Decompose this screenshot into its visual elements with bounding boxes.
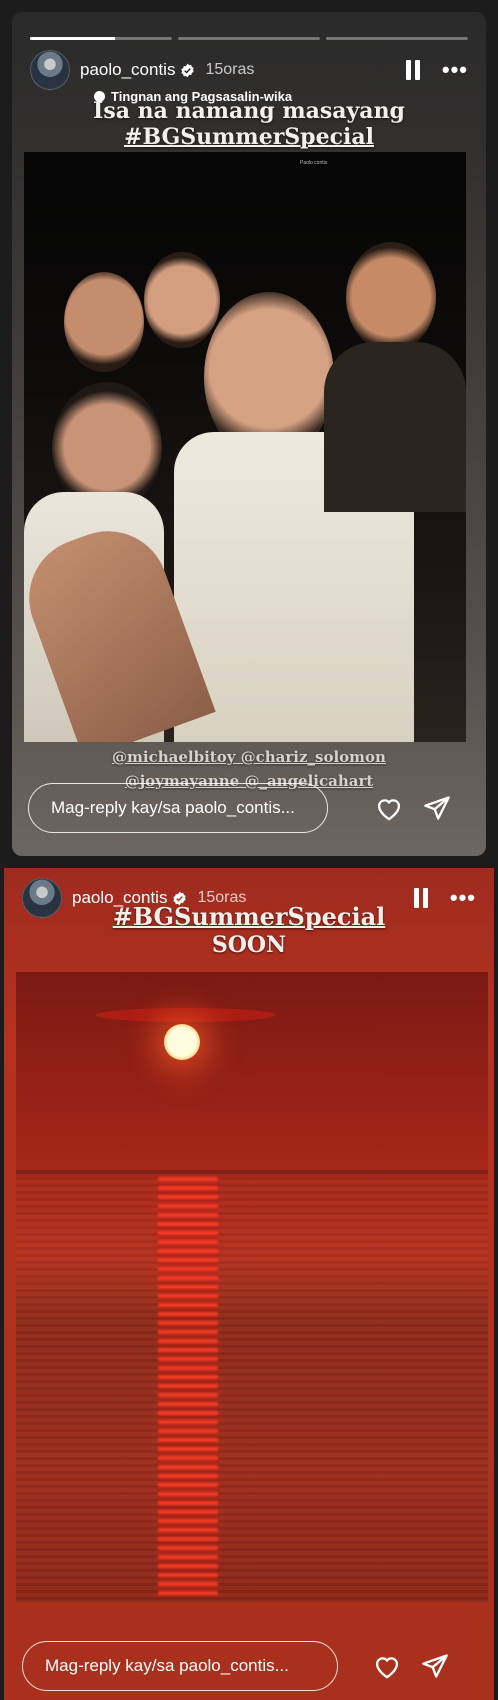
translate-label: Tingnan ang Pagsasalin-wika: [111, 89, 293, 104]
story-photo-group-selfie: Paolo contis: [24, 152, 466, 742]
reply-placeholder-2: Mag-reply kay/sa paolo_contis...: [45, 1656, 289, 1675]
translate-icon: [94, 91, 105, 102]
reply-input[interactable]: Mag-reply kay/sa paolo_contis...: [28, 783, 328, 833]
sun: [164, 1024, 200, 1060]
photo-watermark-text: Paolo contis: [300, 160, 328, 166]
story2-caption-soon: SOON: [211, 932, 287, 958]
send-icon[interactable]: [420, 1651, 450, 1681]
progress-segment-2: [178, 37, 320, 40]
story-card-2[interactable]: paolo_contis 15oras ••• #BGSummerSpecial…: [4, 868, 494, 1700]
story-controls: •••: [405, 59, 468, 81]
more-options-icon[interactable]: •••: [442, 59, 468, 81]
person-2: [144, 252, 220, 348]
send-icon[interactable]: [422, 793, 452, 823]
person-1: [64, 272, 144, 372]
reply-input-2[interactable]: Mag-reply kay/sa paolo_contis...: [22, 1641, 338, 1691]
pause-icon[interactable]: [405, 60, 422, 80]
dark-shirt: [324, 342, 466, 512]
stories-viewer: paolo_contis 15oras ••• Tingnan ang Pags…: [0, 0, 498, 1700]
translate-link[interactable]: Tingnan ang Pagsasalin-wika: [94, 89, 292, 104]
cloud-band: [96, 1008, 276, 1022]
person-3: [346, 242, 436, 352]
horizon-line: [16, 1170, 488, 1174]
story-caption-hashtag[interactable]: #BGSummerSpecial: [12, 124, 486, 150]
verified-badge-icon: [181, 63, 195, 77]
progress-segment-3: [326, 37, 468, 40]
heart-icon[interactable]: [374, 793, 404, 823]
post-time: 15oras: [205, 61, 255, 78]
reply-placeholder: Mag-reply kay/sa paolo_contis...: [51, 798, 295, 817]
username[interactable]: paolo_contis: [80, 60, 175, 80]
heart-icon[interactable]: [372, 1651, 402, 1681]
progress-segment-1: [30, 37, 172, 40]
story2-hashtag[interactable]: #BGSummerSpecial: [4, 902, 494, 931]
story-header: paolo_contis 15oras •••: [30, 48, 468, 92]
mentions-line1[interactable]: @michaelbitoy @chariz_solomon: [12, 748, 486, 766]
story-photo-sunset: [16, 972, 488, 1602]
avatar[interactable]: [30, 50, 70, 90]
sun-reflection: [158, 1177, 218, 1597]
story-progress-bar: [30, 37, 468, 40]
story-card-1[interactable]: paolo_contis 15oras ••• Tingnan ang Pags…: [12, 12, 486, 856]
sea-waves: [16, 1177, 488, 1602]
